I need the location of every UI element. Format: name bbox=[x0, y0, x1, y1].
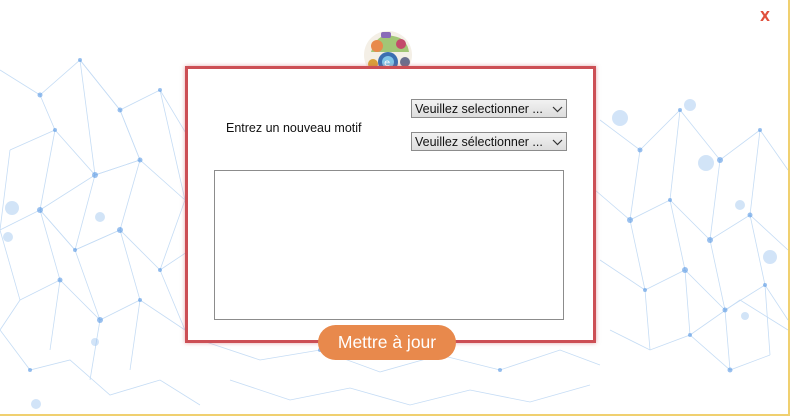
close-button[interactable]: X bbox=[757, 9, 773, 27]
motif-select-2-value: Veuillez sélectionner ... bbox=[415, 135, 543, 149]
app-window: X e Entrez un nouveau motif Veuillez sel… bbox=[0, 0, 790, 416]
chevron-down-icon bbox=[552, 106, 563, 113]
motif-dialog: Entrez un nouveau motif Veuillez selecti… bbox=[185, 66, 596, 343]
motif-select-1[interactable]: Veuillez selectionner ... bbox=[411, 99, 567, 118]
update-button[interactable]: Mettre à jour bbox=[318, 325, 456, 360]
motif-select-2[interactable]: Veuillez sélectionner ... bbox=[411, 132, 567, 151]
motif-select-1-value: Veuillez selectionner ... bbox=[415, 102, 543, 116]
chevron-down-icon bbox=[552, 139, 563, 146]
motif-label: Entrez un nouveau motif bbox=[226, 121, 362, 135]
motif-textarea[interactable] bbox=[214, 170, 564, 320]
